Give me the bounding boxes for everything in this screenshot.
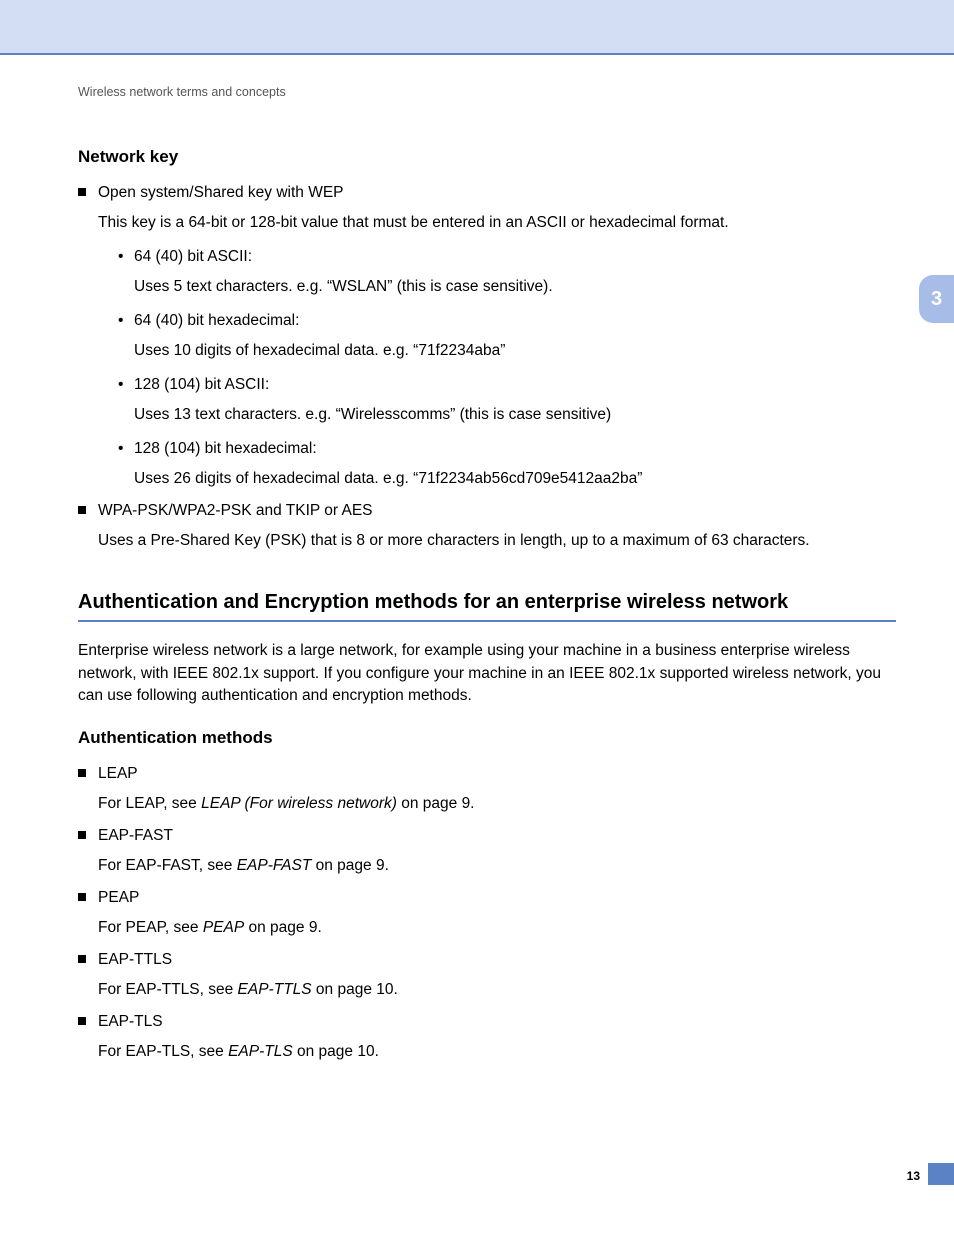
item-body: For EAP-TTLS, see EAP-TTLS on page 10. (98, 978, 896, 1002)
ref-pre: For PEAP, see (98, 919, 203, 936)
item-title: PEAP (98, 886, 896, 910)
ref-link[interactable]: PEAP (203, 919, 244, 936)
ref-pre: For EAP-FAST, see (98, 857, 237, 874)
list-item: 128 (104) bit hexadecimal: Uses 26 digit… (118, 437, 896, 491)
header-band (0, 0, 954, 55)
item-body: For EAP-FAST, see EAP-FAST on page 9. (98, 854, 896, 878)
item-title: 128 (104) bit hexadecimal: (134, 437, 896, 461)
ref-link[interactable]: EAP-FAST (237, 857, 312, 874)
list-item: PEAP For PEAP, see PEAP on page 9. (78, 886, 896, 940)
item-title: EAP-FAST (98, 824, 896, 848)
item-body: For LEAP, see LEAP (For wireless network… (98, 792, 896, 816)
item-body: Uses 10 digits of hexadecimal data. e.g.… (134, 339, 896, 363)
list-item: 64 (40) bit ASCII: Uses 5 text character… (118, 245, 896, 299)
heading-rule (78, 620, 896, 622)
ref-post: on page 10. (293, 1043, 379, 1060)
item-title: EAP-TTLS (98, 948, 896, 972)
ref-link[interactable]: LEAP (For wireless network) (201, 795, 397, 812)
list-item: LEAP For LEAP, see LEAP (For wireless ne… (78, 762, 896, 816)
item-body: For PEAP, see PEAP on page 9. (98, 916, 896, 940)
ref-pre: For EAP-TTLS, see (98, 981, 238, 998)
ref-post: on page 9. (311, 857, 389, 874)
ref-post: on page 9. (397, 795, 475, 812)
network-key-list: Open system/Shared key with WEP This key… (78, 181, 896, 553)
item-body: For EAP-TLS, see EAP-TLS on page 10. (98, 1040, 896, 1064)
heading-auth-enterprise: Authentication and Encryption methods fo… (78, 591, 896, 614)
item-title: 64 (40) bit ASCII: (134, 245, 896, 269)
auth-methods-list: LEAP For LEAP, see LEAP (For wireless ne… (78, 762, 896, 1064)
item-body: Uses a Pre-Shared Key (PSK) that is 8 or… (98, 529, 896, 553)
chapter-tab: 3 (919, 275, 954, 323)
item-title: 64 (40) bit hexadecimal: (134, 309, 896, 333)
ref-link[interactable]: EAP-TLS (228, 1043, 293, 1060)
page-content: Wireless network terms and concepts Netw… (0, 55, 954, 1064)
item-title: 128 (104) bit ASCII: (134, 373, 896, 397)
list-item: EAP-TTLS For EAP-TTLS, see EAP-TTLS on p… (78, 948, 896, 1002)
item-title: WPA-PSK/WPA2-PSK and TKIP or AES (98, 499, 896, 523)
item-title: Open system/Shared key with WEP (98, 181, 896, 205)
ref-pre: For EAP-TLS, see (98, 1043, 228, 1060)
item-title: EAP-TLS (98, 1010, 896, 1034)
ref-post: on page 10. (312, 981, 398, 998)
item-title: LEAP (98, 762, 896, 786)
item-body: Uses 26 digits of hexadecimal data. e.g.… (134, 467, 896, 491)
heading-network-key: Network key (78, 147, 896, 167)
item-body: This key is a 64-bit or 128-bit value th… (98, 211, 896, 235)
ref-post: on page 9. (244, 919, 322, 936)
list-item: 128 (104) bit ASCII: Uses 13 text charac… (118, 373, 896, 427)
list-item: 64 (40) bit hexadecimal: Uses 10 digits … (118, 309, 896, 363)
page-number: 13 (907, 1169, 920, 1183)
intro-paragraph: Enterprise wireless network is a large n… (78, 640, 896, 707)
list-item: Open system/Shared key with WEP This key… (78, 181, 896, 491)
sub-list: 64 (40) bit ASCII: Uses 5 text character… (98, 245, 896, 491)
ref-link[interactable]: EAP-TTLS (238, 981, 312, 998)
item-body: Uses 5 text characters. e.g. “WSLAN” (th… (134, 275, 896, 299)
list-item: WPA-PSK/WPA2-PSK and TKIP or AES Uses a … (78, 499, 896, 553)
list-item: EAP-FAST For EAP-FAST, see EAP-FAST on p… (78, 824, 896, 878)
item-body: Uses 13 text characters. e.g. “Wirelessc… (134, 403, 896, 427)
heading-auth-methods: Authentication methods (78, 728, 896, 748)
page-corner-decoration (928, 1163, 954, 1185)
breadcrumb: Wireless network terms and concepts (78, 85, 896, 99)
ref-pre: For LEAP, see (98, 795, 201, 812)
list-item: EAP-TLS For EAP-TLS, see EAP-TLS on page… (78, 1010, 896, 1064)
